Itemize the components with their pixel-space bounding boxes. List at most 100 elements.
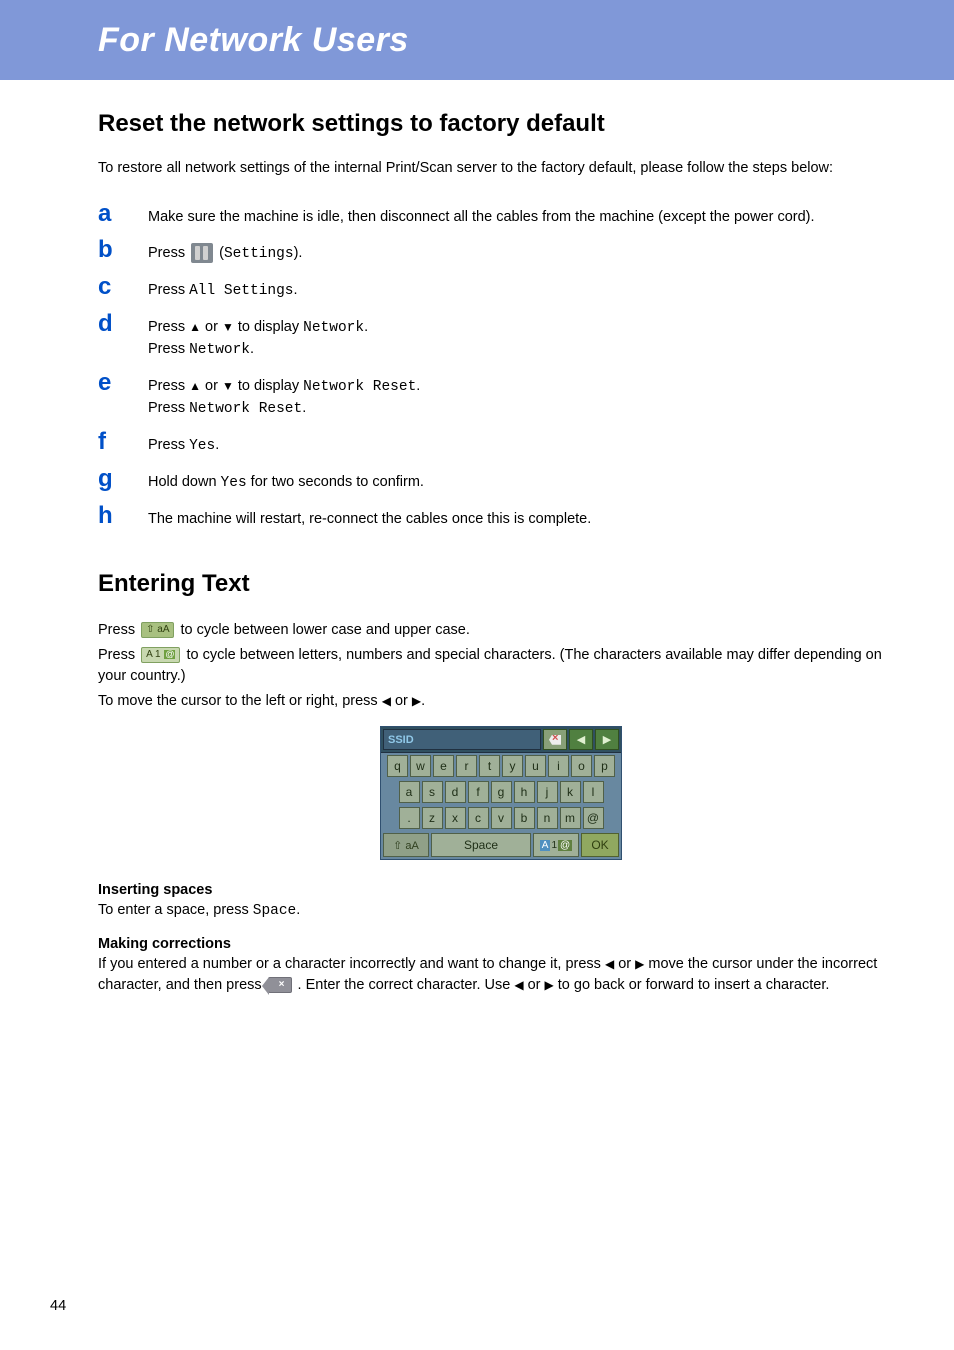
page-number: 44 xyxy=(50,1298,66,1314)
code: Settings xyxy=(224,246,294,262)
cursor-right-key: ▶ xyxy=(595,729,619,750)
making-corrections-head: Making corrections xyxy=(98,936,904,952)
backspace-key xyxy=(543,729,567,750)
key: y xyxy=(502,755,523,777)
up-arrow-icon: ▲ xyxy=(189,319,201,336)
right-arrow-icon: ▶ xyxy=(635,956,644,973)
text: Press xyxy=(148,378,189,394)
step-letter: a xyxy=(98,202,148,226)
text: . xyxy=(250,341,254,357)
space-key: Space xyxy=(431,833,531,857)
text: Press xyxy=(148,282,189,298)
code: Space xyxy=(253,903,297,919)
text: . xyxy=(421,693,425,709)
key: u xyxy=(525,755,546,777)
step-body: Press (Settings). xyxy=(148,238,302,265)
text: to display xyxy=(234,378,303,394)
entering-p3: To move the cursor to the left or right,… xyxy=(98,691,904,712)
text: 1 xyxy=(551,840,557,851)
key: x xyxy=(445,807,466,829)
key: g xyxy=(491,781,512,803)
step-body: Press Yes. xyxy=(148,430,219,457)
key: c xyxy=(468,807,489,829)
step-a: a Make sure the machine is idle, then di… xyxy=(98,202,904,228)
step-c: c Press All Settings. xyxy=(98,275,904,302)
step-body: Press ▲ or ▼ to display Network. Press N… xyxy=(148,312,368,361)
text: to display xyxy=(234,319,303,335)
step-body: Make sure the machine is idle, then disc… xyxy=(148,202,815,228)
key: d xyxy=(445,781,466,803)
content: Reset the network settings to factory de… xyxy=(0,80,954,996)
step-b: b Press (Settings). xyxy=(98,238,904,265)
step-f: f Press Yes. xyxy=(98,430,904,457)
step-body: Hold down Yes for two seconds to confirm… xyxy=(148,467,424,494)
step-e: e Press ▲ or ▼ to display Network Reset.… xyxy=(98,371,904,420)
steps-list: a Make sure the machine is idle, then di… xyxy=(98,202,904,530)
left-arrow-icon: ◀ xyxy=(382,693,391,710)
keyboard-row-3: . z x c v b n m @ xyxy=(381,805,621,831)
text: Press xyxy=(148,319,189,335)
text: . xyxy=(416,378,420,394)
text: or xyxy=(614,956,635,972)
key: e xyxy=(433,755,454,777)
inserting-spaces-body: To enter a space, press Space. xyxy=(98,900,904,922)
step-letter: f xyxy=(98,430,148,454)
text: Press xyxy=(98,622,139,638)
text: or xyxy=(391,693,412,709)
text: Press xyxy=(98,647,139,663)
mode-key-icon: A 1 @ xyxy=(141,647,180,663)
text: @ xyxy=(558,840,572,851)
key: z xyxy=(422,807,443,829)
text: for two seconds to confirm. xyxy=(247,474,424,490)
key: p xyxy=(594,755,615,777)
step-letter: g xyxy=(98,467,148,491)
key: f xyxy=(468,781,489,803)
keyboard-row-1: q w e r t y u i o p xyxy=(381,753,621,779)
section1-intro: To restore all network settings of the i… xyxy=(98,160,904,176)
step-body: Press All Settings. xyxy=(148,275,298,302)
step-g: g Hold down Yes for two seconds to confi… xyxy=(98,467,904,494)
text: @ xyxy=(164,650,175,659)
key: s xyxy=(422,781,443,803)
key: h xyxy=(514,781,535,803)
step-letter: d xyxy=(98,312,148,336)
key: a xyxy=(399,781,420,803)
text: Press xyxy=(148,437,189,453)
text: Hold down xyxy=(148,474,221,490)
text: . xyxy=(296,902,300,918)
code: Network Reset xyxy=(189,401,302,417)
left-arrow-icon: ◀ xyxy=(514,977,523,994)
text: or xyxy=(524,977,545,993)
code: Network Reset xyxy=(303,379,416,395)
key: o xyxy=(571,755,592,777)
key: w xyxy=(410,755,431,777)
shift-key-icon: ⇧ aA xyxy=(141,622,174,638)
key: r xyxy=(456,755,477,777)
code: Network xyxy=(303,320,364,336)
section2-heading: Entering Text xyxy=(98,570,904,598)
text: or xyxy=(201,319,222,335)
inserting-spaces-head: Inserting spaces xyxy=(98,882,904,898)
keyboard-row-2: a s d f g h j k l xyxy=(381,779,621,805)
text: To move the cursor to the left or right,… xyxy=(98,693,382,709)
step-body: The machine will restart, re-connect the… xyxy=(148,504,591,530)
key: b xyxy=(514,807,535,829)
ssid-field: SSID xyxy=(383,729,541,750)
step-letter: c xyxy=(98,275,148,299)
entering-p2: Press A 1 @ to cycle between letters, nu… xyxy=(98,645,904,687)
step-letter: e xyxy=(98,371,148,395)
keyboard-illustration: SSID ◀ ▶ q w e r t y u i o p xyxy=(380,726,622,860)
banner-title: For Network Users xyxy=(98,21,409,60)
text: . xyxy=(302,400,306,416)
step-d: d Press ▲ or ▼ to display Network. Press… xyxy=(98,312,904,361)
step-h: h The machine will restart, re-connect t… xyxy=(98,504,904,530)
text: . xyxy=(364,319,368,335)
right-arrow-icon: ▶ xyxy=(412,693,421,710)
step-letter: b xyxy=(98,238,148,262)
right-arrow-icon: ▶ xyxy=(545,977,554,994)
section1-heading: Reset the network settings to factory de… xyxy=(98,110,904,138)
down-arrow-icon: ▼ xyxy=(222,378,234,395)
text: or xyxy=(201,378,222,394)
entering-p1: Press ⇧ aA to cycle between lower case a… xyxy=(98,620,904,641)
mode-key: A 1 @ xyxy=(533,833,579,857)
